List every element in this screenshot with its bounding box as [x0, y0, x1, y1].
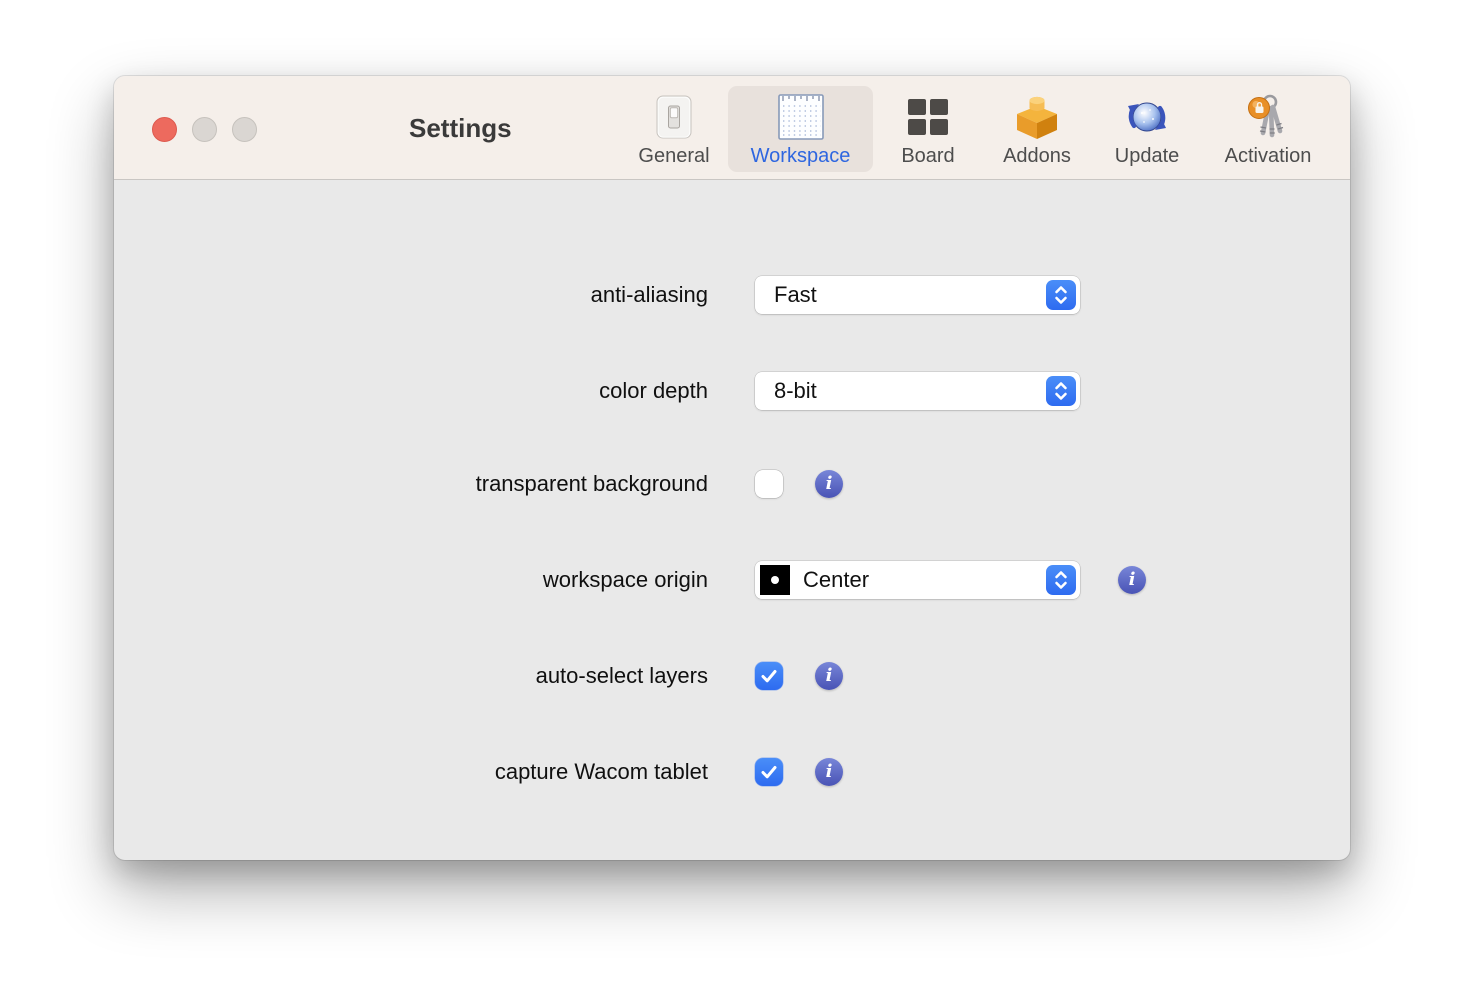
- tab-board[interactable]: Board: [873, 86, 983, 172]
- row-auto-select-layers: auto-select layers i: [114, 657, 1350, 695]
- settings-content: anti-aliasing Fast color depth 8-bit: [114, 180, 1350, 860]
- anti-aliasing-select[interactable]: Fast: [755, 276, 1080, 314]
- settings-window: Settings General: [114, 76, 1350, 860]
- tab-general-label: General: [638, 145, 709, 167]
- info-icon[interactable]: i: [1118, 566, 1146, 594]
- anti-aliasing-value: Fast: [774, 276, 817, 314]
- row-color-depth: color depth 8-bit: [114, 372, 1350, 410]
- tab-update-label: Update: [1115, 145, 1180, 167]
- transparent-background-checkbox[interactable]: [755, 470, 783, 498]
- info-icon[interactable]: i: [815, 758, 843, 786]
- tab-workspace-label: Workspace: [751, 145, 851, 167]
- anti-aliasing-label: anti-aliasing: [114, 276, 708, 314]
- grid-canvas-icon: [777, 89, 825, 145]
- toolbar: General: [620, 86, 1333, 172]
- auto-select-layers-label: auto-select layers: [114, 657, 708, 695]
- color-depth-select[interactable]: 8-bit: [755, 372, 1080, 410]
- tab-activation-label: Activation: [1225, 145, 1312, 167]
- info-icon[interactable]: i: [815, 662, 843, 690]
- transparent-background-label: transparent background: [114, 465, 708, 503]
- capture-wacom-tablet-checkbox[interactable]: [755, 758, 783, 786]
- keys-icon: [1245, 89, 1291, 145]
- addon-brick-icon: [1013, 89, 1061, 145]
- checkmark-icon: [759, 762, 779, 782]
- light-switch-icon: [656, 89, 692, 145]
- tab-addons[interactable]: Addons: [983, 86, 1091, 172]
- workspace-origin-select[interactable]: Center: [755, 561, 1080, 599]
- color-depth-value: 8-bit: [774, 372, 817, 410]
- tab-general[interactable]: General: [620, 86, 728, 172]
- zoom-button[interactable]: [232, 117, 257, 142]
- color-depth-label: color depth: [114, 372, 708, 410]
- traffic-lights: [152, 117, 257, 142]
- tab-board-label: Board: [901, 145, 954, 167]
- stepper-icon: [1046, 376, 1076, 406]
- window-title: Settings: [409, 113, 512, 144]
- row-workspace-origin: workspace origin Center i: [114, 561, 1350, 599]
- workspace-origin-value: Center: [803, 561, 869, 599]
- auto-select-layers-checkbox[interactable]: [755, 662, 783, 690]
- info-icon[interactable]: i: [815, 470, 843, 498]
- tab-activation[interactable]: Activation: [1203, 86, 1333, 172]
- center-origin-swatch: [760, 565, 790, 595]
- capture-wacom-tablet-label: capture Wacom tablet: [114, 753, 708, 791]
- board-grid-icon: [907, 89, 949, 145]
- close-button[interactable]: [152, 117, 177, 142]
- workspace-origin-label: workspace origin: [114, 561, 708, 599]
- checkmark-icon: [759, 666, 779, 686]
- minimize-button[interactable]: [192, 117, 217, 142]
- tab-addons-label: Addons: [1003, 145, 1071, 167]
- stepper-icon: [1046, 280, 1076, 310]
- row-capture-wacom-tablet: capture Wacom tablet i: [114, 753, 1350, 791]
- update-sync-icon: [1122, 89, 1172, 145]
- row-transparent-background: transparent background i: [114, 465, 1350, 503]
- row-anti-aliasing: anti-aliasing Fast: [114, 276, 1350, 314]
- stepper-icon: [1046, 565, 1076, 595]
- tab-workspace[interactable]: Workspace: [728, 86, 873, 172]
- tab-update[interactable]: Update: [1091, 86, 1203, 172]
- titlebar: Settings General: [114, 76, 1350, 180]
